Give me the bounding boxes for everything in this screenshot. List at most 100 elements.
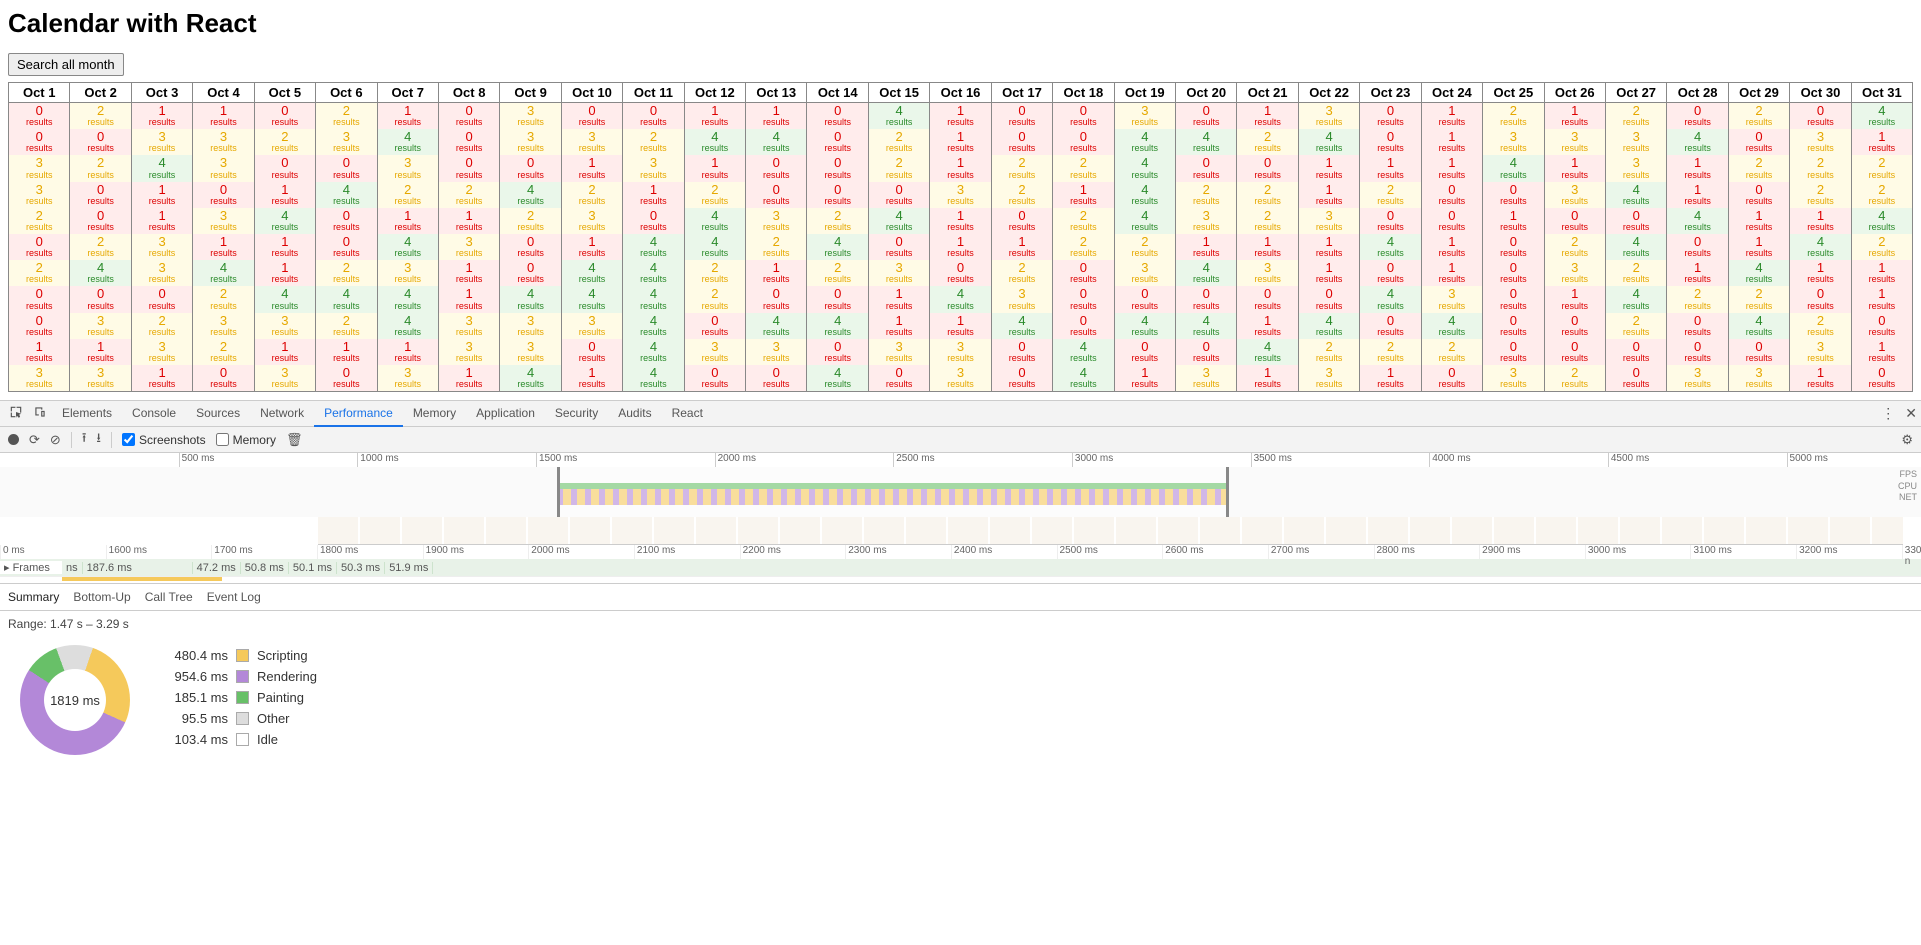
calendar-cell[interactable]: 4results xyxy=(746,129,806,155)
calendar-cell[interactable]: 1results xyxy=(562,234,622,260)
calendar-cell[interactable]: 4results xyxy=(316,286,376,312)
calendar-cell[interactable]: 1results xyxy=(1422,103,1482,129)
calendar-cell[interactable]: 2results xyxy=(9,260,69,286)
calendar-cell[interactable]: 4results xyxy=(869,103,929,129)
calendar-cell[interactable]: 3results xyxy=(1299,103,1359,129)
calendar-cell[interactable]: 0results xyxy=(930,260,990,286)
calendar-cell[interactable]: 3results xyxy=(378,365,438,391)
calendar-cell[interactable]: 1results xyxy=(1237,313,1297,339)
calendar-cell[interactable]: 0results xyxy=(1545,313,1605,339)
calendar-cell[interactable]: 2results xyxy=(1237,182,1297,208)
calendar-cell[interactable]: 1results xyxy=(1483,208,1543,234)
calendar-cell[interactable]: 4results xyxy=(1115,208,1175,234)
calendar-cell[interactable]: 2results xyxy=(132,313,192,339)
sub-tab-summary[interactable]: Summary xyxy=(8,590,59,604)
calendar-cell[interactable]: 0results xyxy=(1483,260,1543,286)
calendar-cell[interactable]: 2results xyxy=(500,208,560,234)
calendar-cell[interactable]: 1results xyxy=(255,182,315,208)
sub-tab-call-tree[interactable]: Call Tree xyxy=(145,590,193,604)
calendar-cell[interactable]: 4results xyxy=(70,260,130,286)
calendar-cell[interactable]: 1results xyxy=(1237,103,1297,129)
calendar-cell[interactable]: 2results xyxy=(316,260,376,286)
calendar-cell[interactable]: 0results xyxy=(1483,286,1543,312)
calendar-cell[interactable]: 1results xyxy=(1299,260,1359,286)
calendar-cell[interactable]: 4results xyxy=(378,313,438,339)
calendar-cell[interactable]: 0results xyxy=(1667,313,1727,339)
calendar-cell[interactable]: 1results xyxy=(316,339,376,365)
calendar-cell[interactable]: 1results xyxy=(1422,155,1482,181)
calendar-cell[interactable]: 1results xyxy=(1299,234,1359,260)
calendar-cell[interactable]: 3results xyxy=(1729,365,1789,391)
calendar-cell[interactable]: 3results xyxy=(1483,129,1543,155)
calendar-cell[interactable]: 1results xyxy=(562,365,622,391)
calendar-cell[interactable]: 0results xyxy=(1360,260,1420,286)
calendar-cell[interactable]: 1results xyxy=(746,260,806,286)
calendar-cell[interactable]: 0results xyxy=(9,286,69,312)
calendar-cell[interactable]: 2results xyxy=(1176,182,1236,208)
calendar-cell[interactable]: 0results xyxy=(1053,286,1113,312)
devtools-tab-console[interactable]: Console xyxy=(122,401,186,427)
calendar-cell[interactable]: 3results xyxy=(193,155,253,181)
calendar-cell[interactable]: 2results xyxy=(1852,234,1912,260)
calendar-cell[interactable]: 3results xyxy=(378,260,438,286)
calendar-cell[interactable]: 4results xyxy=(500,286,560,312)
calendar-cell[interactable]: 3results xyxy=(9,365,69,391)
calendar-cell[interactable]: 1results xyxy=(1729,234,1789,260)
calendar-cell[interactable]: 0results xyxy=(1790,286,1850,312)
calendar-cell[interactable]: 0results xyxy=(807,182,867,208)
calendar-cell[interactable]: 3results xyxy=(869,339,929,365)
calendar-cell[interactable]: 3results xyxy=(1115,103,1175,129)
calendar-cell[interactable]: 0results xyxy=(1053,103,1113,129)
calendar-cell[interactable]: 4results xyxy=(1176,313,1236,339)
calendar-cell[interactable]: 4results xyxy=(255,286,315,312)
calendar-cell[interactable]: 1results xyxy=(132,103,192,129)
calendar-cell[interactable]: 0results xyxy=(807,286,867,312)
calendar-cell[interactable]: 3results xyxy=(193,129,253,155)
calendar-cell[interactable]: 0results xyxy=(9,313,69,339)
calendar-cell[interactable]: 4results xyxy=(1790,234,1850,260)
calendar-cell[interactable]: 3results xyxy=(1115,260,1175,286)
calendar-cell[interactable]: 2results xyxy=(1237,129,1297,155)
calendar-cell[interactable]: 4results xyxy=(378,234,438,260)
calendar-cell[interactable]: 4results xyxy=(1483,155,1543,181)
calendar-cell[interactable]: 3results xyxy=(1667,365,1727,391)
calendar-cell[interactable]: 1results xyxy=(685,103,745,129)
calendar-cell[interactable]: 0results xyxy=(562,103,622,129)
calendar-cell[interactable]: 4results xyxy=(685,208,745,234)
calendar-cell[interactable]: 2results xyxy=(685,182,745,208)
calendar-cell[interactable]: 3results xyxy=(439,234,499,260)
calendar-cell[interactable]: 2results xyxy=(1790,182,1850,208)
close-devtools-icon[interactable]: ✕ xyxy=(1905,405,1917,422)
calendar-cell[interactable]: 2results xyxy=(9,208,69,234)
calendar-cell[interactable]: 1results xyxy=(9,339,69,365)
calendar-cell[interactable]: 0results xyxy=(807,155,867,181)
calendar-cell[interactable]: 4results xyxy=(255,208,315,234)
calendar-cell[interactable]: 0results xyxy=(746,286,806,312)
devtools-tab-sources[interactable]: Sources xyxy=(186,401,250,427)
calendar-cell[interactable]: 3results xyxy=(1299,365,1359,391)
calendar-cell[interactable]: 4results xyxy=(1299,129,1359,155)
calendar-cell[interactable]: 1results xyxy=(1237,234,1297,260)
calendar-cell[interactable]: 0results xyxy=(685,313,745,339)
calendar-cell[interactable]: 0results xyxy=(1237,155,1297,181)
calendar-cell[interactable]: 0results xyxy=(1667,339,1727,365)
calendar-cell[interactable]: 4results xyxy=(623,365,683,391)
calendar-cell[interactable]: 1results xyxy=(869,286,929,312)
calendar-cell[interactable]: 0results xyxy=(1422,208,1482,234)
calendar-cell[interactable]: 2results xyxy=(1483,103,1543,129)
calendar-cell[interactable]: 2results xyxy=(1545,234,1605,260)
calendar-cell[interactable]: 1results xyxy=(992,234,1052,260)
calendar-cell[interactable]: 1results xyxy=(1852,339,1912,365)
calendar-cell[interactable]: 2results xyxy=(807,208,867,234)
calendar-cell[interactable]: 3results xyxy=(255,313,315,339)
calendar-cell[interactable]: 0results xyxy=(316,234,376,260)
calendar-cell[interactable]: 0results xyxy=(1852,313,1912,339)
calendar-cell[interactable]: 0results xyxy=(869,182,929,208)
calendar-cell[interactable]: 3results xyxy=(1422,286,1482,312)
calendar-cell[interactable]: 2results xyxy=(685,286,745,312)
calendar-cell[interactable]: 2results xyxy=(807,260,867,286)
calendar-cell[interactable]: 1results xyxy=(930,208,990,234)
calendar-cell[interactable]: 3results xyxy=(132,234,192,260)
calendar-cell[interactable]: 4results xyxy=(378,129,438,155)
devtools-tab-network[interactable]: Network xyxy=(250,401,314,427)
